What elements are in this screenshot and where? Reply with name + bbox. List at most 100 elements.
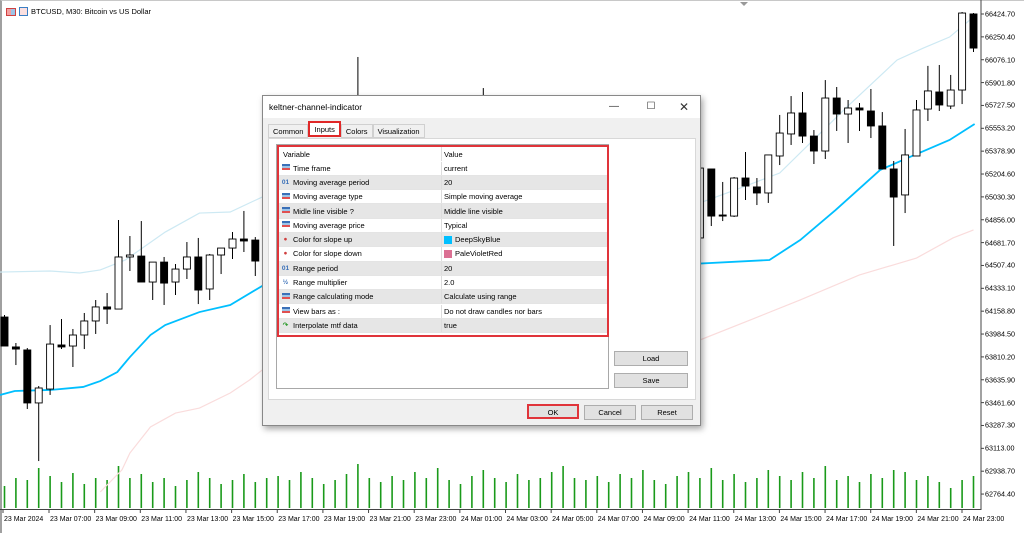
minimize-icon[interactable]: — bbox=[603, 99, 625, 115]
candle bbox=[878, 112, 887, 170]
candle bbox=[23, 347, 32, 409]
candle-body bbox=[0, 316, 9, 347]
candle bbox=[718, 181, 727, 222]
candle-body bbox=[239, 238, 248, 242]
dialog-title-bar: keltner-channel-indicator bbox=[263, 96, 700, 118]
candle bbox=[57, 319, 66, 350]
candle bbox=[103, 293, 112, 324]
time-label: 23 Mar 2024 bbox=[4, 516, 44, 523]
candle bbox=[46, 325, 55, 395]
candle bbox=[160, 256, 169, 305]
candle-body bbox=[217, 247, 226, 256]
time-label: 24 Mar 17:00 bbox=[826, 516, 868, 523]
dialog-title: keltner-channel-indicator bbox=[269, 102, 363, 112]
chart-shift-marker-icon[interactable] bbox=[740, 2, 748, 6]
price-label: 65727.50 bbox=[985, 100, 1015, 110]
candle-body bbox=[809, 135, 818, 152]
price-label: 65204.60 bbox=[985, 169, 1015, 179]
candle-body bbox=[730, 177, 739, 217]
maximize-icon[interactable]: ☐ bbox=[640, 99, 662, 115]
price-label: 64507.40 bbox=[985, 260, 1015, 270]
tab-common[interactable]: Common bbox=[268, 124, 309, 138]
candle-body bbox=[707, 168, 716, 217]
candle bbox=[0, 314, 9, 347]
time-label: 24 Mar 11:00 bbox=[689, 516, 730, 523]
time-label: 24 Mar 15:00 bbox=[780, 516, 822, 523]
candle-body bbox=[969, 13, 978, 49]
candle-body bbox=[946, 89, 955, 107]
time-label: 24 Mar 09:00 bbox=[643, 516, 685, 523]
time-label: 24 Mar 03:00 bbox=[506, 516, 548, 523]
candle-body bbox=[114, 256, 123, 310]
time-label: 24 Mar 19:00 bbox=[871, 516, 913, 523]
candle bbox=[809, 130, 818, 164]
price-label: 63113.00 bbox=[985, 443, 1015, 453]
ok-button[interactable]: OK bbox=[527, 404, 579, 419]
indicator-icon bbox=[19, 7, 28, 16]
time-label: 24 Mar 07:00 bbox=[597, 516, 640, 523]
price-label: 65553.20 bbox=[985, 123, 1015, 133]
candle-body bbox=[46, 343, 55, 390]
candle bbox=[912, 99, 921, 157]
candle-body bbox=[844, 107, 853, 115]
candle-body bbox=[935, 91, 944, 106]
inputs-table: Variable Value Time frame current 01 Moving… bbox=[276, 144, 609, 389]
candle-body bbox=[832, 97, 841, 115]
candle-body bbox=[171, 268, 180, 283]
candle bbox=[171, 264, 180, 296]
tab-colors[interactable]: Colors bbox=[340, 124, 373, 138]
candle bbox=[866, 88, 875, 139]
tab-visualization[interactable]: Visualization bbox=[372, 124, 425, 138]
price-label: 66250.40 bbox=[985, 32, 1015, 42]
price-label: 64856.00 bbox=[985, 215, 1015, 225]
time-label: 24 Mar 05:00 bbox=[552, 516, 594, 523]
candle bbox=[251, 237, 260, 276]
time-label: 23 Mar 09:00 bbox=[95, 516, 137, 523]
candle-body bbox=[148, 261, 157, 283]
candle bbox=[798, 91, 807, 144]
candle-body bbox=[878, 125, 887, 170]
candle-body bbox=[251, 239, 260, 262]
candle bbox=[901, 128, 910, 214]
close-icon[interactable]: ✕ bbox=[673, 99, 695, 115]
indicator-properties-dialog: keltner-channel-indicator — ☐ ✕ Common I… bbox=[262, 95, 701, 426]
inputs-panel: Variable Value Time frame current 01 Moving… bbox=[268, 138, 696, 400]
reset-button[interactable]: Reset bbox=[641, 405, 693, 420]
candle bbox=[832, 87, 841, 131]
candle-body bbox=[23, 349, 32, 404]
price-label: 66424.70 bbox=[985, 9, 1015, 19]
candle bbox=[239, 210, 248, 252]
load-button[interactable]: Load bbox=[614, 351, 688, 366]
candle bbox=[958, 11, 967, 105]
candle bbox=[34, 386, 43, 462]
candle-body bbox=[34, 387, 43, 404]
candle-body bbox=[741, 177, 750, 187]
candle-body bbox=[228, 238, 237, 249]
time-label: 23 Mar 13:00 bbox=[186, 516, 229, 523]
candle-body bbox=[923, 90, 932, 110]
candle bbox=[946, 74, 955, 110]
price-label: 66076.10 bbox=[985, 55, 1015, 65]
time-label: 23 Mar 15:00 bbox=[232, 516, 274, 523]
candle-body bbox=[103, 306, 112, 310]
tab-inputs[interactable]: Inputs bbox=[308, 121, 341, 137]
time-label: 23 Mar 11:00 bbox=[141, 516, 183, 523]
price-label: 63984.50 bbox=[985, 329, 1015, 339]
candle bbox=[217, 247, 226, 275]
candle bbox=[707, 168, 716, 227]
time-label: 23 Mar 21:00 bbox=[369, 516, 411, 523]
price-label: 64158.80 bbox=[985, 306, 1015, 316]
candle bbox=[844, 99, 853, 144]
candle-body bbox=[182, 256, 191, 270]
save-button[interactable]: Save bbox=[614, 373, 688, 388]
price-label: 63461.60 bbox=[985, 398, 1015, 408]
cancel-button[interactable]: Cancel bbox=[584, 405, 636, 420]
price-label: 65030.30 bbox=[985, 192, 1015, 202]
time-label: 23 Mar 07:00 bbox=[50, 516, 92, 523]
price-label: 62764.40 bbox=[985, 489, 1015, 499]
candle bbox=[68, 328, 77, 368]
candle-body bbox=[855, 107, 864, 111]
candle-body bbox=[91, 306, 100, 322]
price-label: 63810.20 bbox=[985, 352, 1015, 362]
candle bbox=[821, 80, 830, 160]
